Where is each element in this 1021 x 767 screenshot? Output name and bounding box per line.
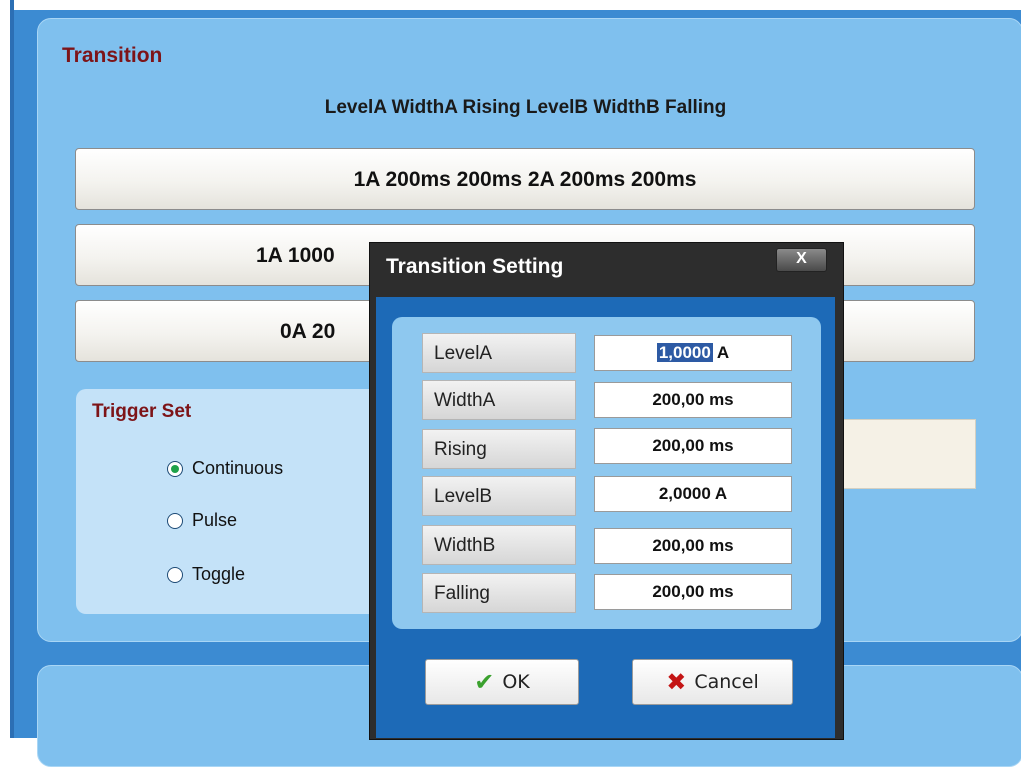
close-icon: X <box>796 250 807 267</box>
radio-label: Pulse <box>192 510 238 530</box>
radio-icon[interactable] <box>167 566 183 583</box>
close-button[interactable]: X <box>776 248 827 272</box>
levela-input[interactable]: 1,0000 A <box>594 335 792 371</box>
rising-input[interactable]: 200,00 ms <box>594 428 792 464</box>
widtha-input[interactable]: 200,00 ms <box>594 382 792 418</box>
dialog-title: Transition Setting <box>386 255 564 278</box>
preset-button-label: 1A 200ms 200ms 2A 200ms 200ms <box>353 168 697 191</box>
field-label-rising[interactable]: Rising <box>422 429 576 469</box>
column-header: LevelA WidthA Rising LevelB WidthB Falli… <box>324 97 727 118</box>
field-label-widthb[interactable]: WidthB <box>422 525 576 565</box>
radio-toggle[interactable]: Toggle <box>167 564 245 585</box>
widthb-input[interactable]: 200,00 ms <box>594 528 792 564</box>
preset-button-label: 0A 20 <box>280 320 336 343</box>
radio-pulse[interactable]: Pulse <box>167 510 237 531</box>
preset-button-label: 1A 1000 <box>256 244 335 267</box>
field-label-widtha[interactable]: WidthA <box>422 380 576 420</box>
checkmark-icon: ✔ <box>474 668 495 696</box>
value-display-box <box>836 419 976 489</box>
radio-icon-checked[interactable] <box>167 460 183 477</box>
transition-title: Transition <box>62 44 163 67</box>
field-label-levela[interactable]: LevelA <box>422 333 576 373</box>
selected-value: 1,0000 <box>656 343 713 362</box>
levelb-input[interactable]: 2,0000 A <box>594 476 792 512</box>
radio-label: Toggle <box>192 564 246 584</box>
unit-label: A <box>716 343 730 362</box>
cancel-button[interactable]: ✖ Cancel <box>632 659 793 705</box>
falling-input[interactable]: 200,00 ms <box>594 574 792 610</box>
ok-label: OK <box>502 671 530 693</box>
preset-button-1[interactable]: 1A 200ms 200ms 2A 200ms 200ms <box>75 148 975 210</box>
radio-label: Continuous <box>192 458 284 478</box>
radio-continuous[interactable]: Continuous <box>167 458 283 479</box>
field-label-levelb[interactable]: LevelB <box>422 476 576 516</box>
field-label-falling[interactable]: Falling <box>422 573 576 613</box>
trigger-set-title: Trigger Set <box>92 401 192 422</box>
cancel-label: Cancel <box>694 671 759 693</box>
ok-button[interactable]: ✔ OK <box>425 659 579 705</box>
cancel-x-icon: ✖ <box>666 668 687 696</box>
radio-icon[interactable] <box>167 512 183 529</box>
